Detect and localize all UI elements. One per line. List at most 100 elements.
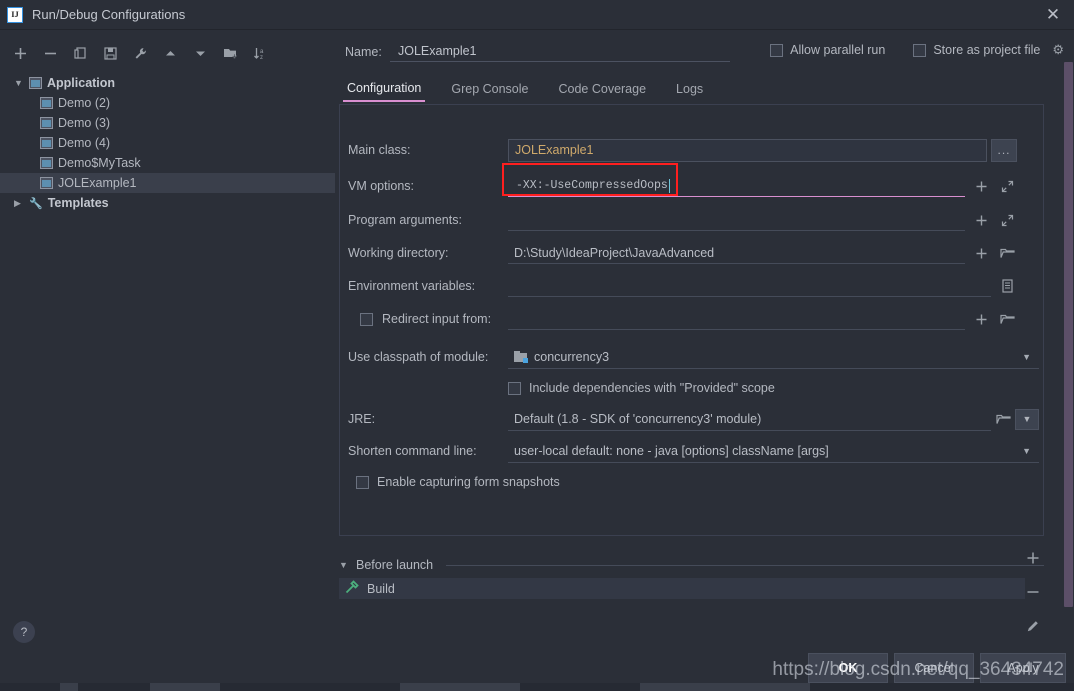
vm-options-label: VM options: <box>348 179 415 193</box>
chevron-down-icon[interactable]: ▼ <box>14 78 24 88</box>
save-configuration-button[interactable] <box>102 45 119 62</box>
shorten-command-row: Shorten command line: user-local default… <box>340 436 1043 466</box>
environment-variables-edit-icon[interactable] <box>997 276 1017 296</box>
build-hammer-icon <box>345 580 359 597</box>
program-arguments-input[interactable] <box>508 209 965 231</box>
tree-node-demo-4[interactable]: Demo (4) <box>0 133 335 153</box>
top-options: Allow parallel run Store as project file… <box>770 42 1064 58</box>
jre-label: JRE: <box>348 412 376 426</box>
run-config-icon <box>40 117 53 129</box>
redirect-input-label: Redirect input from: <box>382 312 492 326</box>
chevron-right-icon[interactable]: ▶ <box>14 198 24 209</box>
name-label: Name: <box>345 45 382 59</box>
gear-icon[interactable]: ⚙ <box>1052 42 1064 58</box>
redirect-input-browse-icon[interactable] <box>997 309 1017 329</box>
tree-node-label: Demo (4) <box>58 136 111 150</box>
program-arguments-add-button[interactable] <box>971 210 991 230</box>
tree-node-templates[interactable]: ▶ 🔧 Templates <box>0 193 335 213</box>
folder-add-icon[interactable] <box>222 45 239 62</box>
checkbox-box[interactable] <box>508 381 521 395</box>
add-task-button[interactable] <box>1022 548 1044 568</box>
tab-code-coverage[interactable]: Code Coverage <box>554 76 650 102</box>
chevron-down-icon[interactable]: ▼ <box>1022 446 1039 456</box>
tree-node-label: Application <box>47 76 116 90</box>
use-classpath-row: Use classpath of module: concurrency3 ▼ <box>340 342 1043 372</box>
add-configuration-button[interactable] <box>12 45 29 62</box>
store-as-project-file-label: Store as project file <box>933 43 1041 57</box>
help-button[interactable]: ? <box>13 621 35 643</box>
copy-configuration-button[interactable] <box>72 45 89 62</box>
tree-node-application[interactable]: ▼ Application <box>0 73 335 93</box>
jre-dropdown-button[interactable]: ▼ <box>1015 408 1039 430</box>
working-directory-add-button[interactable] <box>971 243 991 263</box>
tab-logs[interactable]: Logs <box>672 76 707 102</box>
store-as-project-file-checkbox[interactable]: Store as project file ⚙ <box>913 42 1064 58</box>
program-arguments-expand-button[interactable] <box>997 210 1017 230</box>
vm-options-expand-button[interactable] <box>997 176 1017 196</box>
run-config-icon <box>40 137 53 149</box>
allow-parallel-run-label: Allow parallel run <box>790 43 886 57</box>
intellij-idea-icon: IJ <box>7 6 23 23</box>
window-title: Run/Debug Configurations <box>32 7 186 22</box>
working-directory-browse-icon[interactable] <box>997 243 1017 263</box>
enable-snapshots-row: Enable capturing form snapshots <box>340 467 1043 497</box>
edit-task-button[interactable] <box>1022 616 1044 636</box>
enable-snapshots-checkbox[interactable]: Enable capturing form snapshots <box>356 475 560 489</box>
wrench-icon: 🔧 <box>29 197 43 210</box>
allow-parallel-run-checkbox[interactable]: Allow parallel run <box>770 43 885 57</box>
tree-node-label: JOLExample1 <box>58 176 137 190</box>
vertical-scrollbar[interactable] <box>1064 62 1073 607</box>
tab-configuration[interactable]: Configuration <box>343 76 426 102</box>
vm-options-add-button[interactable] <box>971 176 991 196</box>
include-provided-checkbox[interactable]: Include dependencies with "Provided" sco… <box>508 381 775 395</box>
jre-browse-icon[interactable] <box>991 409 1015 430</box>
working-directory-row: Working directory: D:\Study\IdeaProject\… <box>340 238 1043 268</box>
vm-options-row: VM options: -XX:-UseCompressedOops <box>340 163 1043 201</box>
remove-configuration-button[interactable] <box>42 45 59 62</box>
shorten-command-combo[interactable]: user-local default: none - java [options… <box>508 440 1039 463</box>
before-launch-header[interactable]: ▼ Before launch <box>339 556 1044 574</box>
environment-variables-input[interactable] <box>508 275 991 297</box>
configurations-sidebar: a z ▼ Application Demo (2) Demo (3) Demo… <box>0 30 335 671</box>
tree-node-demo-2[interactable]: Demo (2) <box>0 93 335 113</box>
title-bar: IJ Run/Debug Configurations ✕ <box>0 0 1074 30</box>
tree-node-label: Demo$MyTask <box>58 156 141 170</box>
jre-combo[interactable]: Default (1.8 - SDK of 'concurrency3' mod… <box>508 408 991 431</box>
before-launch-label: Before launch <box>356 558 434 572</box>
move-down-button[interactable] <box>192 45 209 62</box>
main-class-browse-button[interactable]: ... <box>991 138 1017 162</box>
checkbox-box[interactable] <box>356 475 369 489</box>
desktop-taskbar-strip <box>0 683 1074 691</box>
shorten-command-label: Shorten command line: <box>348 444 477 458</box>
vm-options-value: -XX:-UseCompressedOops <box>516 179 668 192</box>
use-classpath-combo[interactable]: concurrency3 ▼ <box>508 346 1039 369</box>
configuration-form: Main class: JOLExample1 ... VM options: … <box>339 104 1044 536</box>
redirect-input-field[interactable] <box>508 308 965 330</box>
vm-options-input[interactable]: -XX:-UseCompressedOops <box>508 175 965 197</box>
redirect-input-checkbox[interactable]: Redirect input from: <box>360 312 491 326</box>
main-class-input[interactable]: JOLExample1 <box>508 138 987 162</box>
checkbox-box[interactable] <box>913 43 927 57</box>
checkbox-box[interactable] <box>770 43 784 57</box>
tree-node-demo-mytask[interactable]: Demo$MyTask <box>0 153 335 173</box>
svg-text:z: z <box>260 55 263 61</box>
checkbox-box[interactable] <box>360 312 373 326</box>
chevron-down-icon[interactable]: ▼ <box>339 560 349 570</box>
tree-node-demo-3[interactable]: Demo (3) <box>0 113 335 133</box>
redirect-input-add-button[interactable] <box>971 309 991 329</box>
list-item[interactable]: Build <box>339 578 1025 599</box>
use-classpath-value: concurrency3 <box>534 349 610 364</box>
wrench-icon[interactable] <box>132 45 149 62</box>
sort-az-icon[interactable]: a z <box>252 45 269 62</box>
working-directory-label: Working directory: <box>348 246 449 260</box>
name-input[interactable] <box>390 42 730 62</box>
tab-grep-console[interactable]: Grep Console <box>447 76 532 102</box>
working-directory-input[interactable]: D:\Study\IdeaProject\JavaAdvanced <box>508 242 965 264</box>
main-class-label: Main class: <box>348 143 411 157</box>
close-icon[interactable]: ✕ <box>1032 0 1074 30</box>
remove-task-button[interactable] <box>1022 582 1044 602</box>
move-up-button[interactable] <box>162 45 179 62</box>
chevron-down-icon[interactable]: ▼ <box>1022 352 1039 362</box>
tree-node-jolexample1[interactable]: JOLExample1 <box>0 173 335 193</box>
application-icon <box>29 77 42 89</box>
